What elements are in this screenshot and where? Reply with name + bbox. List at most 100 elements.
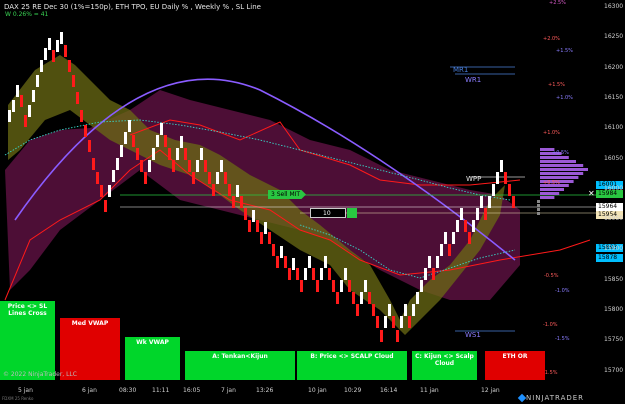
renko-brick: [204, 160, 207, 172]
chart-window[interactable]: DAX 25 RE Dec 30 (1%=150p), ETH TPO, EU …: [0, 0, 625, 404]
renko-brick: [284, 256, 287, 268]
price-axis-label: 15700: [604, 366, 624, 374]
renko-brick: [440, 244, 443, 256]
percent-level-label: +2.0%: [543, 36, 560, 42]
renko-brick: [480, 196, 483, 208]
time-axis-label: 11:11: [152, 387, 170, 394]
renko-brick: [316, 280, 319, 292]
wr1-label: WR1: [465, 76, 482, 84]
time-axis-label: 6 jan: [82, 387, 97, 394]
renko-brick: [68, 60, 71, 72]
renko-brick: [248, 220, 251, 232]
signal-panel[interactable]: Price <> SL Lines Cross: [0, 301, 55, 380]
percent-level-label: -0.5%: [544, 273, 559, 279]
price-axis-label: 16300: [604, 3, 624, 10]
percent-level-label: +1.5%: [548, 82, 565, 88]
renko-brick: [344, 268, 347, 280]
renko-brick: [176, 148, 179, 160]
renko-brick: [88, 140, 91, 152]
time-axis-label: 16:05: [183, 387, 201, 394]
renko-brick: [56, 40, 59, 52]
order-qty-green-tab[interactable]: [347, 208, 357, 218]
renko-brick: [156, 135, 159, 147]
renko-brick: [376, 316, 379, 328]
renko-brick: [136, 148, 139, 160]
renko-brick: [252, 210, 255, 222]
renko-brick: [512, 196, 515, 208]
renko-brick: [108, 185, 111, 197]
signal-panel[interactable]: A: Tenkan<Kijun: [185, 351, 295, 380]
wpp-label: WPP: [466, 175, 482, 183]
renko-brick: [220, 160, 223, 172]
price-axis-label: 16250: [604, 33, 624, 41]
renko-brick: [356, 304, 359, 316]
percent-level-label: +1.0%: [543, 130, 560, 136]
renko-brick: [296, 268, 299, 280]
renko-brick: [360, 292, 363, 304]
renko-brick: [484, 208, 487, 220]
tpo-row: [537, 212, 540, 215]
renko-brick: [40, 60, 43, 72]
price-axis-label: 16000: [604, 184, 624, 192]
percent-level-label: -1.5%: [543, 370, 558, 376]
renko-brick: [128, 120, 131, 132]
tpo-row: [537, 200, 540, 203]
renko-brick: [268, 232, 271, 244]
close-position-icon[interactable]: ✕: [588, 189, 595, 198]
tpo-row: [537, 208, 540, 211]
signal-panel-label: B: Price <> SCALP Cloud: [310, 353, 394, 360]
renko-brick: [152, 148, 155, 160]
chart-subtitle: W 0.26% = 41: [5, 11, 49, 18]
signal-panel[interactable]: C: Kijun <> Scalp Cloud: [412, 351, 477, 380]
renko-brick: [504, 172, 507, 184]
mr1-label: MR1: [453, 66, 469, 74]
renko-brick: [264, 222, 267, 234]
percent-level-label: +1.5%: [556, 48, 573, 54]
renko-brick: [72, 75, 75, 87]
renko-brick: [96, 172, 99, 184]
ws1-label: WS1: [465, 331, 481, 339]
renko-brick: [380, 330, 383, 342]
renko-brick: [496, 172, 499, 184]
renko-brick: [488, 196, 491, 208]
tpo-row: [540, 168, 588, 171]
renko-brick: [32, 90, 35, 102]
renko-brick: [224, 172, 227, 184]
renko-brick: [312, 268, 315, 280]
signal-panel[interactable]: B: Price <> SCALP Cloud: [297, 351, 407, 380]
renko-brick: [352, 292, 355, 304]
renko-brick: [272, 244, 275, 256]
signal-panel-label: Price <> SL Lines Cross: [7, 303, 48, 317]
signal-panel[interactable]: Wk VWAP: [125, 337, 180, 380]
renko-brick: [500, 160, 503, 172]
renko-brick: [428, 256, 431, 268]
renko-brick: [212, 184, 215, 196]
order-quantity-value: 10: [323, 210, 331, 217]
price-axis-label: 16150: [604, 93, 624, 101]
renko-brick: [20, 95, 23, 107]
renko-brick: [416, 292, 419, 304]
renko-brick: [444, 232, 447, 244]
tpo-row: [540, 188, 564, 191]
renko-brick: [48, 38, 51, 50]
renko-brick: [84, 125, 87, 137]
renko-brick: [200, 148, 203, 160]
sell-mit-order-button[interactable]: 3 Sell MIT: [268, 190, 306, 199]
time-axis-label: 10 jan: [308, 387, 327, 394]
signal-panel-label: Med VWAP: [71, 320, 109, 327]
renko-brick: [280, 246, 283, 258]
percent-level-label: -1.0%: [543, 322, 558, 328]
signal-panel-label: C: Kijun <> Scalp Cloud: [415, 353, 474, 367]
signal-panel[interactable]: ETH OR: [485, 351, 545, 380]
time-axis-label: 08:30: [119, 387, 137, 394]
renko-brick: [112, 170, 115, 182]
renko-brick: [144, 172, 147, 184]
order-quantity-box[interactable]: 10: [310, 208, 346, 218]
tpo-row: [540, 164, 584, 167]
renko-brick: [308, 256, 311, 268]
renko-brick: [256, 220, 259, 232]
renko-brick: [164, 135, 167, 147]
tpo-row: [537, 204, 540, 207]
tpo-row: [540, 156, 569, 159]
renko-brick: [408, 316, 411, 328]
